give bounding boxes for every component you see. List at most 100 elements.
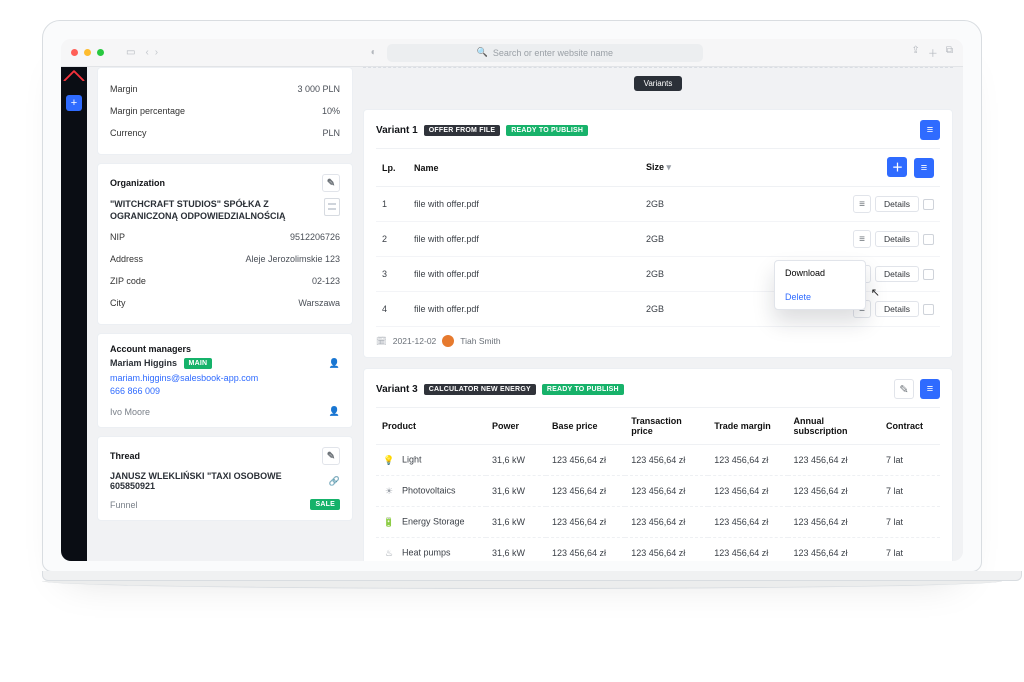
window-min-dot[interactable] (84, 49, 91, 56)
margin-pct-value: 10% (322, 106, 340, 116)
sidebar-toggle-icon[interactable]: ▭ (122, 47, 139, 58)
col-contract: Contract (880, 407, 940, 445)
file-size: 2GB (640, 222, 770, 257)
sale-badge: SALE (310, 499, 340, 510)
product-trans: 123 456,64 zł (625, 476, 708, 507)
product-power: 31,6 kW (486, 445, 546, 476)
product-base: 123 456,64 zł (546, 476, 625, 507)
variant1-status-badge: READY TO PUBLISH (506, 125, 588, 136)
variant3-edit-button[interactable]: ✎ (894, 379, 914, 399)
variant1-source-badge: OFFER FROM FILE (424, 125, 501, 136)
file-row: 1file with offer.pdf2GB≡Details (376, 187, 940, 222)
file-name: file with offer.pdf (408, 222, 640, 257)
product-margin: 123 456,64 zł (708, 476, 787, 507)
product-margin: 123 456,64 zł (708, 538, 787, 561)
row-checkbox[interactable] (923, 269, 934, 280)
row-menu-button[interactable]: ≡ (853, 195, 871, 213)
app-logo-icon[interactable] (63, 70, 86, 93)
file-lp: 3 (376, 257, 408, 292)
browser-chrome: ▭ ‹ › ◐ 🔍 Search or enter website name ⇪… (61, 39, 963, 67)
details-button[interactable]: Details (875, 231, 919, 247)
managers-section-title: Account managers (110, 344, 191, 354)
product-icon: 🔋 (382, 515, 396, 529)
col-trans: Transaction price (625, 407, 708, 445)
margin-label: Margin (110, 84, 138, 94)
variant3-menu-button[interactable]: ≡ (920, 379, 940, 399)
col-product: Product (376, 407, 486, 445)
variant1-user: Tiah Smith (460, 336, 500, 346)
product-row: ☀Photovoltaics31,6 kW123 456,64 zł123 45… (376, 476, 940, 507)
files-more-button[interactable]: ≡ (914, 158, 934, 178)
variant1-menu-button[interactable]: ≡ (920, 120, 940, 140)
manager-email[interactable]: mariam.higgins@salesbook-app.com (110, 373, 340, 383)
details-button[interactable]: Details (875, 301, 919, 317)
product-icon: ☀ (382, 484, 396, 498)
address-label: Address (110, 254, 143, 264)
shield-icon[interactable]: ◐ (367, 47, 381, 58)
user-icon: 👤 (329, 406, 340, 417)
file-lp: 1 (376, 187, 408, 222)
calendar-icon: 🗓 (376, 336, 387, 347)
edit-thread-button[interactable]: ✎ (322, 447, 340, 465)
share-icon[interactable]: ⇪ (911, 45, 919, 60)
details-button[interactable]: Details (875, 196, 919, 212)
nip-value: 9512206726 (290, 232, 340, 242)
funnel-label: Funnel (110, 500, 138, 510)
row-checkbox[interactable] (923, 234, 934, 245)
window-close-dot[interactable] (71, 49, 78, 56)
product-power: 31,6 kW (486, 476, 546, 507)
variant3-panel: Variant 3 CALCULATOR NEW ENERGY READY TO… (363, 368, 953, 561)
edit-org-button[interactable]: ✎ (322, 174, 340, 192)
menu-delete[interactable]: Delete (775, 285, 865, 309)
menu-download[interactable]: Download (775, 261, 865, 285)
add-file-button[interactable]: ＋ (887, 157, 907, 177)
nav-back-icon[interactable]: ‹ (145, 47, 148, 58)
currency-label: Currency (110, 128, 147, 138)
org-name: "WITCHCRAFT STUDIOS" SPÓŁKA Z OGRANICZON… (110, 198, 318, 222)
col-base: Base price (546, 407, 625, 445)
variant3-source-badge: CALCULATOR NEW ENERGY (424, 384, 536, 395)
product-row: 💡Light31,6 kW123 456,64 zł123 456,64 zł1… (376, 445, 940, 476)
thread-title: JANUSZ WLEKLIŃSKI "TAXI OSOBOWE 60585092… (110, 471, 321, 491)
product-trans: 123 456,64 zł (625, 507, 708, 538)
city-label: City (110, 298, 126, 308)
zip-label: ZIP code (110, 276, 146, 286)
product-row: ♨Heat pumps31,6 kW123 456,64 zł123 456,6… (376, 538, 940, 561)
product-name: Heat pumps (402, 548, 451, 558)
product-name: Photovoltaics (402, 486, 456, 496)
new-tab-icon[interactable]: ＋ (928, 45, 938, 60)
org-section-title: Organization (110, 178, 165, 188)
nav-add-button[interactable]: + (66, 95, 82, 111)
product-contract: 7 lat (880, 476, 940, 507)
financials-card: Margin3 000 PLN Margin percentage10% Cur… (97, 67, 353, 155)
address-value: Aleje Jerozolimskie 123 (245, 254, 340, 264)
product-power: 31,6 kW (486, 538, 546, 561)
row-menu-button[interactable]: ≡ (853, 230, 871, 248)
file-lp: 2 (376, 222, 408, 257)
file-size: 2GB (640, 292, 770, 327)
nip-label: NIP (110, 232, 125, 242)
product-margin: 123 456,64 zł (708, 507, 787, 538)
details-button[interactable]: Details (875, 266, 919, 282)
row-checkbox[interactable] (923, 304, 934, 315)
product-annual: 123 456,64 zł (788, 507, 881, 538)
col-size[interactable]: Size ▾ (640, 148, 770, 187)
product-contract: 7 lat (880, 507, 940, 538)
window-max-dot[interactable] (97, 49, 104, 56)
product-annual: 123 456,64 zł (788, 476, 881, 507)
product-power: 31,6 kW (486, 507, 546, 538)
address-bar[interactable]: 🔍 Search or enter website name (387, 44, 703, 62)
product-base: 123 456,64 zł (546, 507, 625, 538)
variant1-title: Variant 1 (376, 125, 418, 136)
col-name: Name (408, 148, 640, 187)
manager-phone[interactable]: 666 866 009 (110, 386, 340, 396)
avatar (442, 335, 454, 347)
nav-fwd-icon[interactable]: › (155, 47, 158, 58)
organization-card: Organization ✎ "WITCHCRAFT STUDIOS" SPÓŁ… (97, 163, 353, 325)
link-icon[interactable]: 🔗 (329, 476, 340, 487)
row-checkbox[interactable] (923, 199, 934, 210)
products-table: Product Power Base price Transaction pri… (376, 407, 940, 561)
manager-other: Ivo Moore (110, 407, 150, 417)
tabs-icon[interactable]: ⧉ (946, 45, 953, 60)
variants-label: Variants (634, 76, 683, 91)
